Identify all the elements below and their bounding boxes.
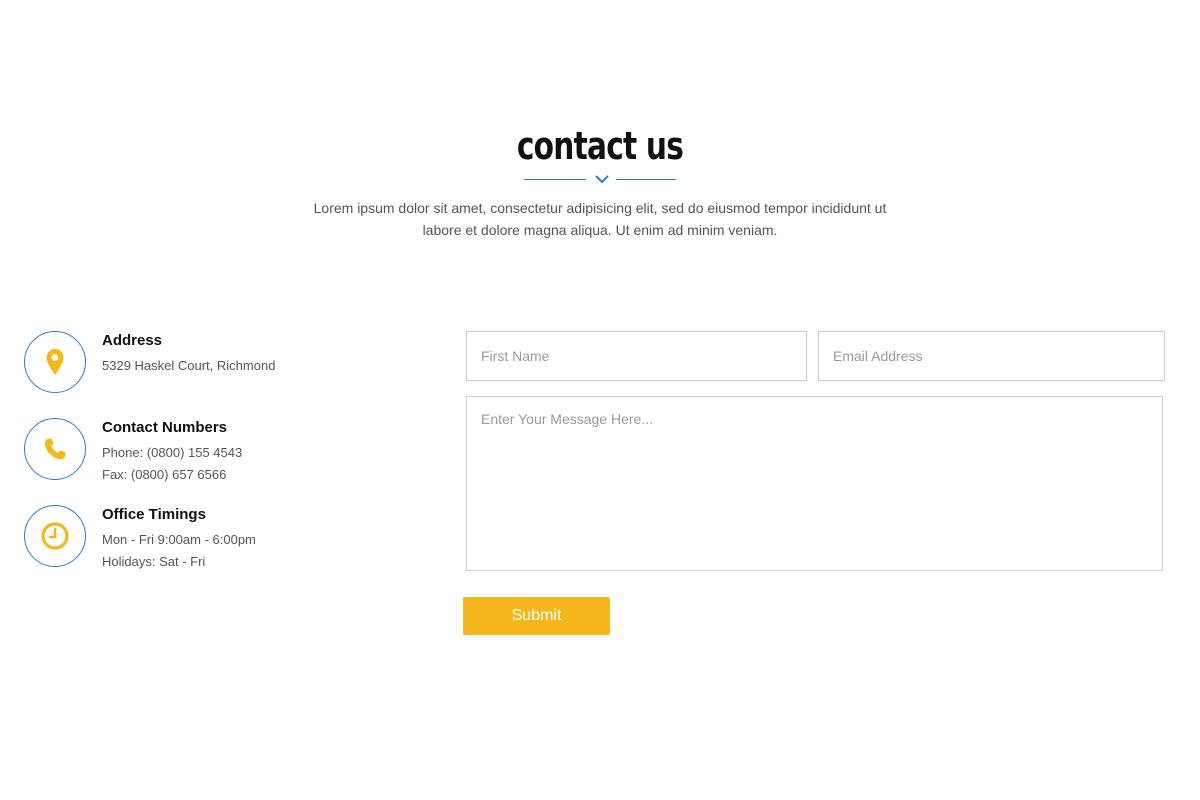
divider-line-left — [524, 179, 586, 180]
phone-line: Phone: (0800) 155 4543 — [102, 445, 243, 460]
divider-line-right — [616, 179, 676, 180]
numbers-text: Contact Numbers Phone: (0800) 155 4543 F… — [102, 418, 422, 486]
clock-icon — [41, 522, 69, 550]
chevron-down-icon — [595, 175, 609, 184]
intro-text: Lorem ipsum dolor sit amet, consectetur … — [290, 197, 910, 241]
fax-line: Fax: (0800) 657 6566 — [102, 467, 227, 482]
holidays-line: Holidays: Sat - Fri — [102, 554, 206, 569]
intro-line-1: Lorem ipsum dolor sit amet, consectetur … — [313, 200, 887, 216]
phone-icon — [44, 438, 66, 460]
submit-button[interactable]: Submit — [463, 597, 610, 635]
phone-icon-circle — [24, 418, 86, 480]
address-title: Address — [102, 332, 163, 349]
first-name-input[interactable] — [466, 331, 807, 381]
email-input[interactable] — [818, 331, 1165, 381]
address-line: 5329 Haskel Court, Richmond — [102, 358, 276, 373]
title-divider — [524, 172, 676, 188]
timings-title: Office Timings — [102, 506, 206, 523]
clock-icon-circle — [24, 505, 86, 567]
page-title: contact us — [516, 124, 684, 168]
contact-section: contact us Lorem ipsum dolor sit amet, c… — [0, 0, 1200, 800]
info-office-timings: Office Timings Mon - Fri 9:00am - 6:00pm… — [24, 505, 424, 575]
info-contact-numbers: Contact Numbers Phone: (0800) 155 4543 F… — [24, 418, 424, 488]
weekday-hours-line: Mon - Fri 9:00am - 6:00pm — [102, 532, 256, 547]
numbers-title: Contact Numbers — [102, 419, 228, 436]
timings-text: Office Timings Mon - Fri 9:00am - 6:00pm… — [102, 505, 422, 573]
info-address: Address 5329 Haskel Court, Richmond — [24, 331, 424, 401]
message-textarea[interactable] — [466, 396, 1163, 571]
address-icon-circle — [24, 331, 86, 393]
intro-line-2: labore et dolore magna aliqua. Ut enim a… — [422, 222, 778, 238]
map-pin-icon — [46, 349, 64, 375]
address-text: Address 5329 Haskel Court, Richmond — [102, 331, 422, 377]
